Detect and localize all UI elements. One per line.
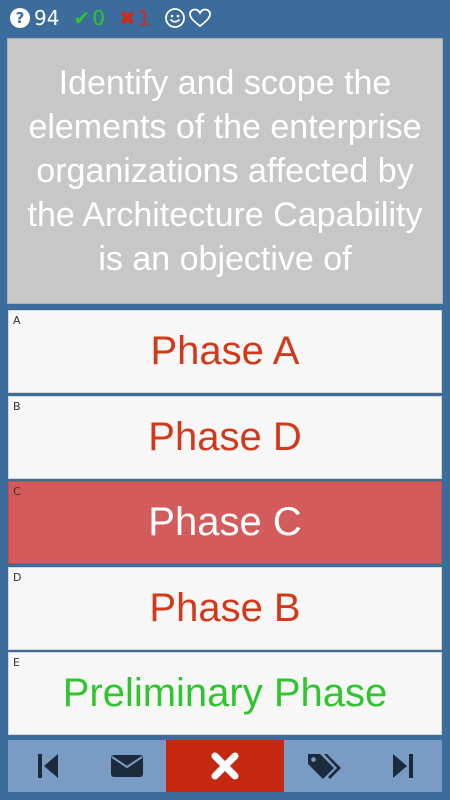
email-button[interactable] — [87, 740, 166, 792]
answer-letter: A — [13, 314, 21, 327]
tags-icon — [306, 751, 342, 781]
answer-option-b[interactable]: B Phase D — [8, 396, 442, 479]
answer-option-d[interactable]: D Phase B — [8, 567, 442, 650]
answer-text: Phase B — [149, 586, 301, 630]
cross-icon: ✖ — [118, 6, 136, 30]
question-count: 94 — [34, 6, 60, 30]
correct-count: 0 — [92, 6, 105, 30]
answer-option-e[interactable]: E Preliminary Phase — [8, 652, 442, 735]
answer-option-c[interactable]: C Phase C — [8, 481, 442, 564]
tags-button[interactable] — [284, 740, 363, 792]
skip-next-icon — [392, 752, 414, 780]
question-text: Identify and scope the elements of the e… — [7, 38, 443, 304]
correct-count-stat: ✔ 0 — [73, 6, 105, 30]
answer-letter: E — [13, 656, 20, 669]
check-icon: ✔ — [73, 6, 91, 30]
status-bar: ? 94 ✔ 0 ✖ 1 — [0, 0, 450, 36]
envelope-icon — [110, 754, 144, 778]
answer-text: Preliminary Phase — [62, 671, 388, 715]
answer-letter: D — [13, 571, 22, 584]
heart-icon[interactable] — [188, 7, 212, 29]
answer-letter: B — [13, 400, 21, 413]
question-icon: ? — [10, 8, 30, 28]
skip-previous-icon — [37, 752, 59, 780]
answer-letter: C — [13, 485, 21, 498]
answer-text: Phase D — [148, 415, 302, 459]
wrong-count: 1 — [137, 6, 151, 30]
question-count-stat: ? 94 — [10, 6, 59, 30]
wrong-count-stat: ✖ 1 — [119, 6, 151, 30]
bottom-toolbar — [8, 740, 442, 792]
answer-option-a[interactable]: A Phase A — [8, 310, 442, 393]
next-question-button[interactable] — [363, 740, 442, 792]
answer-text: Phase A — [150, 329, 300, 373]
answer-text: Phase C — [148, 500, 302, 544]
previous-question-button[interactable] — [8, 740, 87, 792]
close-button[interactable] — [166, 740, 284, 792]
smiley-icon[interactable] — [164, 7, 186, 29]
close-icon — [210, 751, 240, 781]
